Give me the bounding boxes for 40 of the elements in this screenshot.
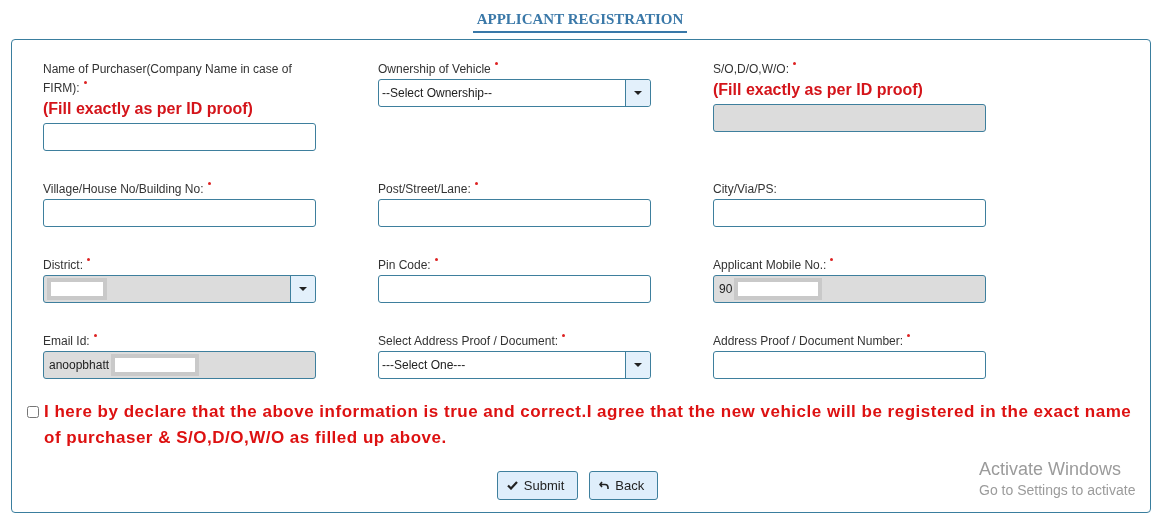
caret-icon	[299, 287, 307, 291]
caret-icon	[634, 363, 642, 367]
input-field[interactable]	[43, 199, 316, 227]
input-field[interactable]	[713, 351, 986, 379]
activation-hint: Go to Settings to activate	[979, 481, 1136, 500]
dropdown-button[interactable]	[625, 80, 650, 106]
field-value: --Select Ownership--	[382, 86, 493, 100]
back-button[interactable]: Back	[589, 471, 659, 500]
field-value: anoopbhatt	[49, 358, 110, 372]
field-label: Name of Purchaser(Company Name in case of FIRM):	[43, 61, 293, 97]
declaration-checkbox[interactable]	[27, 406, 39, 418]
checkmark-icon	[506, 481, 518, 490]
field-label: S/O,D/O,W/O:	[713, 60, 993, 79]
field-label: Ownership of Vehicle	[378, 60, 658, 79]
field-label: Email Id:	[43, 332, 323, 351]
select-field[interactable]: ---Select One---	[378, 351, 651, 379]
input-field[interactable]	[378, 199, 651, 227]
back-arrow-icon	[599, 481, 610, 490]
select-field[interactable]: --Select Ownership--	[378, 79, 651, 107]
field-label: Post/Street/Lane:	[378, 180, 658, 199]
field-label: Village/House No/Building No:	[43, 180, 323, 199]
input-field[interactable]	[713, 199, 986, 227]
page-title: APPLICANT REGISTRATION	[472, 11, 688, 33]
field-note: (Fill exactly as per ID proof)	[713, 80, 924, 100]
field-label: Address Proof / Document Number:	[713, 332, 993, 351]
caret-icon	[634, 91, 642, 95]
field-label: Pin Code:	[378, 256, 658, 275]
dropdown-button[interactable]	[625, 352, 650, 378]
submit-button[interactable]: Submit	[496, 471, 579, 500]
field-value: ---Select One---	[382, 358, 466, 372]
field-label: District:	[43, 256, 323, 275]
declaration-text: I here by declare that the above information is true and correct.I agree that the new vehicle will be registered in the exact name of purchaser & S/O,D/O,W/O as filled up above.	[44, 401, 1133, 449]
field-value: 90	[719, 282, 733, 296]
activation-title: Activate Windows	[979, 458, 1123, 480]
field-label: Applicant Mobile No.:	[713, 256, 993, 275]
field-label: City/Via/PS:	[713, 181, 778, 198]
input-field[interactable]	[43, 123, 316, 151]
field-note: (Fill exactly as per ID proof)	[43, 99, 254, 119]
input-field[interactable]	[378, 275, 651, 303]
field-label: Select Address Proof / Document:	[378, 332, 658, 351]
